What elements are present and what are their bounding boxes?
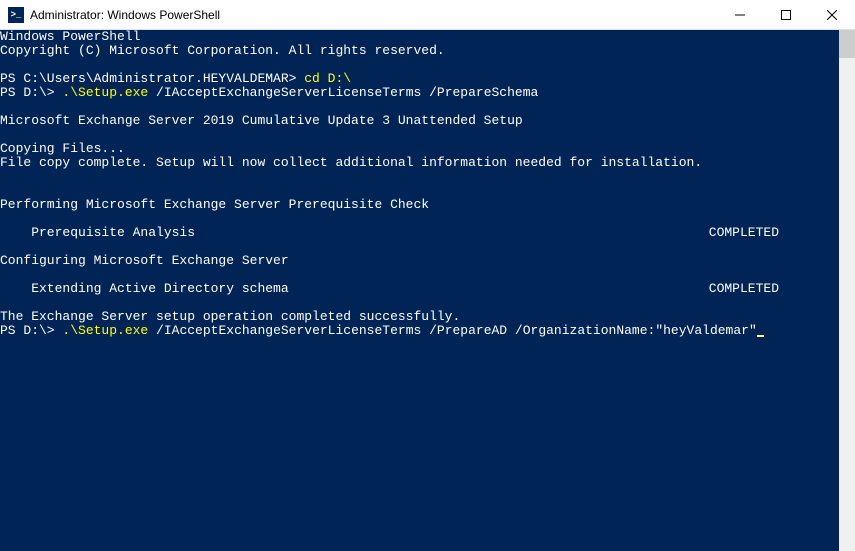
prompt-text: PS C:\Users\Administrator.HEYVALDEMAR> — [0, 71, 304, 86]
powershell-icon: >_ — [8, 7, 24, 23]
config-status-row: Extending Active Directory schemaCOMPLET… — [0, 282, 839, 296]
prereq-header-line: Performing Microsoft Exchange Server Pre… — [0, 198, 839, 212]
command-exe: .\Setup.exe — [62, 323, 148, 338]
setup-title-line: Microsoft Exchange Server 2019 Cumulativ… — [0, 114, 839, 128]
header-line: Windows PowerShell — [0, 30, 839, 44]
scrollbar-thumb[interactable] — [839, 30, 855, 58]
config-status-value: COMPLETED — [709, 282, 839, 296]
prereq-status-row: Prerequisite AnalysisCOMPLETED — [0, 226, 839, 240]
command-text: cd D:\ — [304, 71, 351, 86]
config-header-line: Configuring Microsoft Exchange Server — [0, 254, 839, 268]
window-controls — [717, 0, 855, 29]
terminal-output[interactable]: Windows PowerShellCopyright (C) Microsof… — [0, 30, 839, 551]
icon-glyph: >_ — [11, 10, 22, 20]
cursor — [757, 335, 764, 337]
vertical-scrollbar[interactable] — [839, 30, 855, 551]
blank-line — [0, 268, 839, 282]
blank-line — [0, 100, 839, 114]
prompt-line-1: PS C:\Users\Administrator.HEYVALDEMAR> c… — [0, 72, 839, 86]
window-title: Administrator: Windows PowerShell — [30, 8, 717, 22]
close-button[interactable] — [809, 0, 855, 29]
command-args: /IAcceptExchangeServerLicenseTerms /Prep… — [148, 85, 538, 100]
blank-line — [0, 58, 839, 72]
copying-line: Copying Files... — [0, 142, 839, 156]
blank-line — [0, 170, 839, 184]
blank-line — [0, 184, 839, 198]
prompt-text: PS D:\> — [0, 323, 62, 338]
blank-line — [0, 296, 839, 310]
maximize-button[interactable] — [763, 0, 809, 29]
command-exe: .\Setup.exe — [62, 85, 148, 100]
filecopy-line: File copy complete. Setup will now colle… — [0, 156, 839, 170]
prompt-text: PS D:\> — [0, 85, 62, 100]
prompt-line-2: PS D:\> .\Setup.exe /IAcceptExchangeServ… — [0, 86, 839, 100]
blank-line — [0, 212, 839, 226]
console-wrapper: Windows PowerShellCopyright (C) Microsof… — [0, 30, 855, 551]
titlebar: >_ Administrator: Windows PowerShell — [0, 0, 855, 30]
blank-line — [0, 128, 839, 142]
command-args: /IAcceptExchangeServerLicenseTerms /Prep… — [148, 323, 757, 338]
prompt-line-3: PS D:\> .\Setup.exe /IAcceptExchangeServ… — [0, 324, 839, 338]
prereq-status-value: COMPLETED — [709, 226, 839, 240]
copyright-line: Copyright (C) Microsoft Corporation. All… — [0, 44, 839, 58]
prereq-item-label: Prerequisite Analysis — [0, 226, 709, 240]
blank-line — [0, 240, 839, 254]
success-line: The Exchange Server setup operation comp… — [0, 310, 839, 324]
minimize-button[interactable] — [717, 0, 763, 29]
config-item-label: Extending Active Directory schema — [0, 282, 709, 296]
